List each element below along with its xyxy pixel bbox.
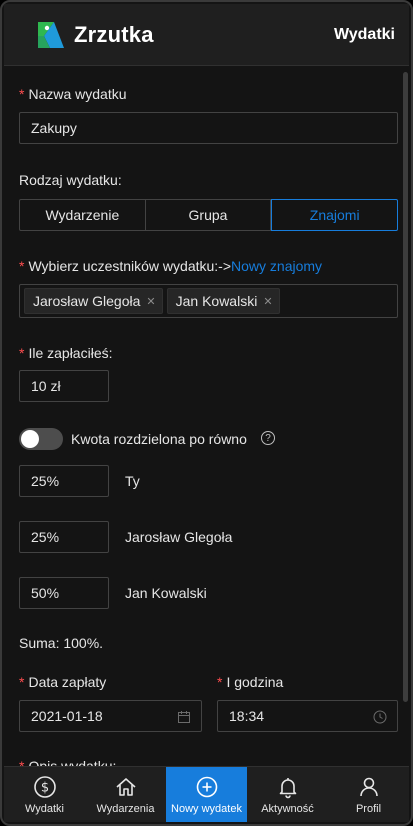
participant-tag-label: Jan Kowalski xyxy=(175,293,258,309)
participant-tag: Jan Kowalski ✕ xyxy=(166,288,280,314)
share-percent-input[interactable]: 50% xyxy=(19,577,109,609)
time-value: 18:34 xyxy=(229,708,265,724)
app-frame: Zrzutka Wydatki * Nazwa wydatku Zakupy Ro… xyxy=(0,0,413,826)
nav-item-nowy-wydatek[interactable]: Nowy wydatek xyxy=(166,767,247,822)
date-label: * Data zapłaty xyxy=(19,674,107,690)
participants-select[interactable]: Jarosław Glegoła ✕ Jan Kowalski ✕ xyxy=(19,284,398,318)
home-icon xyxy=(114,775,138,799)
required-marker: * xyxy=(19,86,25,102)
time-picker[interactable]: 18:34 xyxy=(217,700,398,732)
nav-item-wydatki[interactable]: $ Wydatki xyxy=(4,767,85,822)
participants-label: * Wybierz uczestników wydatku:->Nowy znaj… xyxy=(19,258,323,274)
paid-amount-input[interactable]: 10 zł xyxy=(19,370,109,402)
nav-label: Profil xyxy=(355,803,382,815)
plus-circle-icon xyxy=(195,775,219,799)
date-value: 2021-01-18 xyxy=(31,708,103,724)
close-icon[interactable]: ✕ xyxy=(263,295,272,308)
nav-item-profil[interactable]: Profil xyxy=(328,767,409,822)
expense-form: * Nazwa wydatku Zakupy Rodzaj wydatku: Wy… xyxy=(4,67,403,766)
expense-type-radio-group: Wydarzenie Grupa Znajomi xyxy=(19,199,399,231)
bottom-nav: $ Wydatki Wydarzenia Nowy wydatek Aktywn… xyxy=(4,766,409,822)
expense-name-input[interactable]: Zakupy xyxy=(19,112,398,144)
bell-icon xyxy=(276,775,300,799)
paid-label: * Ile zapłaciłeś: xyxy=(19,345,113,361)
time-label: * I godzina xyxy=(217,674,284,690)
required-marker: * xyxy=(217,674,223,690)
share-person-label: Ty xyxy=(125,473,140,489)
share-person-label: Jarosław Glegoła xyxy=(125,529,233,545)
participant-tag: Jarosław Glegoła ✕ xyxy=(24,288,163,314)
type-label: Rodzaj wydatku: xyxy=(19,172,122,188)
header-section-title[interactable]: Wydatki xyxy=(334,26,395,44)
equal-split-label: Kwota rozdzielona po równo xyxy=(71,431,247,447)
equal-split-toggle[interactable] xyxy=(19,428,63,450)
close-icon[interactable]: ✕ xyxy=(146,295,155,308)
nav-item-wydarzenia[interactable]: Wydarzenia xyxy=(85,767,166,822)
toggle-knob xyxy=(21,430,39,448)
radio-znajomi[interactable]: Znajomi xyxy=(271,199,399,231)
required-marker: * xyxy=(19,674,25,690)
scrollbar[interactable] xyxy=(403,72,408,702)
required-marker: * xyxy=(19,345,25,361)
required-marker: * xyxy=(19,758,25,766)
share-person-label: Jan Kowalski xyxy=(125,585,207,601)
app-logo-icon xyxy=(34,18,68,52)
sum-text: Suma: 100%. xyxy=(19,635,104,651)
description-label: * Opis wydatku: xyxy=(19,758,116,766)
nav-label: Wydarzenia xyxy=(96,803,155,815)
share-percent-input[interactable]: 25% xyxy=(19,465,109,497)
clock-icon xyxy=(373,710,387,727)
app-title: Zrzutka xyxy=(74,21,154,47)
app-header: Zrzutka Wydatki xyxy=(4,4,409,66)
question-circle-icon[interactable]: ? xyxy=(261,431,275,445)
dollar-icon: $ xyxy=(33,775,57,799)
new-friend-link[interactable]: Nowy znajomy xyxy=(231,258,322,274)
nav-label: Aktywność xyxy=(261,803,314,815)
date-picker[interactable]: 2021-01-18 xyxy=(19,700,202,732)
nav-item-aktywnosc[interactable]: Aktywność xyxy=(247,767,328,822)
radio-grupa[interactable]: Grupa xyxy=(145,199,272,231)
participant-tag-label: Jarosław Glegoła xyxy=(33,293,141,309)
required-marker: * xyxy=(19,258,25,274)
radio-wydarzenie[interactable]: Wydarzenie xyxy=(19,199,146,231)
calendar-icon xyxy=(177,710,191,727)
user-icon xyxy=(357,775,381,799)
share-percent-input[interactable]: 25% xyxy=(19,521,109,553)
nav-label: Wydatki xyxy=(24,803,65,815)
name-label: * Nazwa wydatku xyxy=(19,86,127,102)
nav-label: Nowy wydatek xyxy=(171,803,242,815)
svg-text:$: $ xyxy=(40,781,48,796)
